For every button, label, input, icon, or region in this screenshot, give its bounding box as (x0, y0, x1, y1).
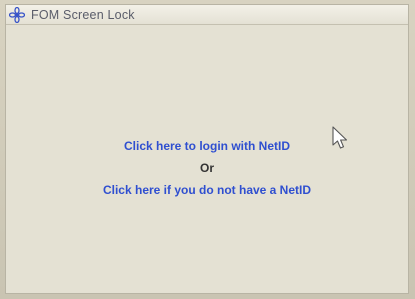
mouse-pointer-icon (331, 126, 351, 152)
title-bar[interactable]: FOM Screen Lock (6, 5, 408, 25)
login-with-netid-link[interactable]: Click here to login with NetID (124, 135, 290, 157)
window-title: FOM Screen Lock (31, 7, 135, 22)
or-separator: Or (199, 161, 214, 175)
app-icon (8, 6, 26, 23)
no-netid-link[interactable]: Click here if you do not have a NetID (103, 179, 311, 201)
screen: FOM Screen Lock Click here to login with… (0, 0, 415, 299)
lock-panel: Click here to login with NetID Or Click … (6, 25, 408, 293)
